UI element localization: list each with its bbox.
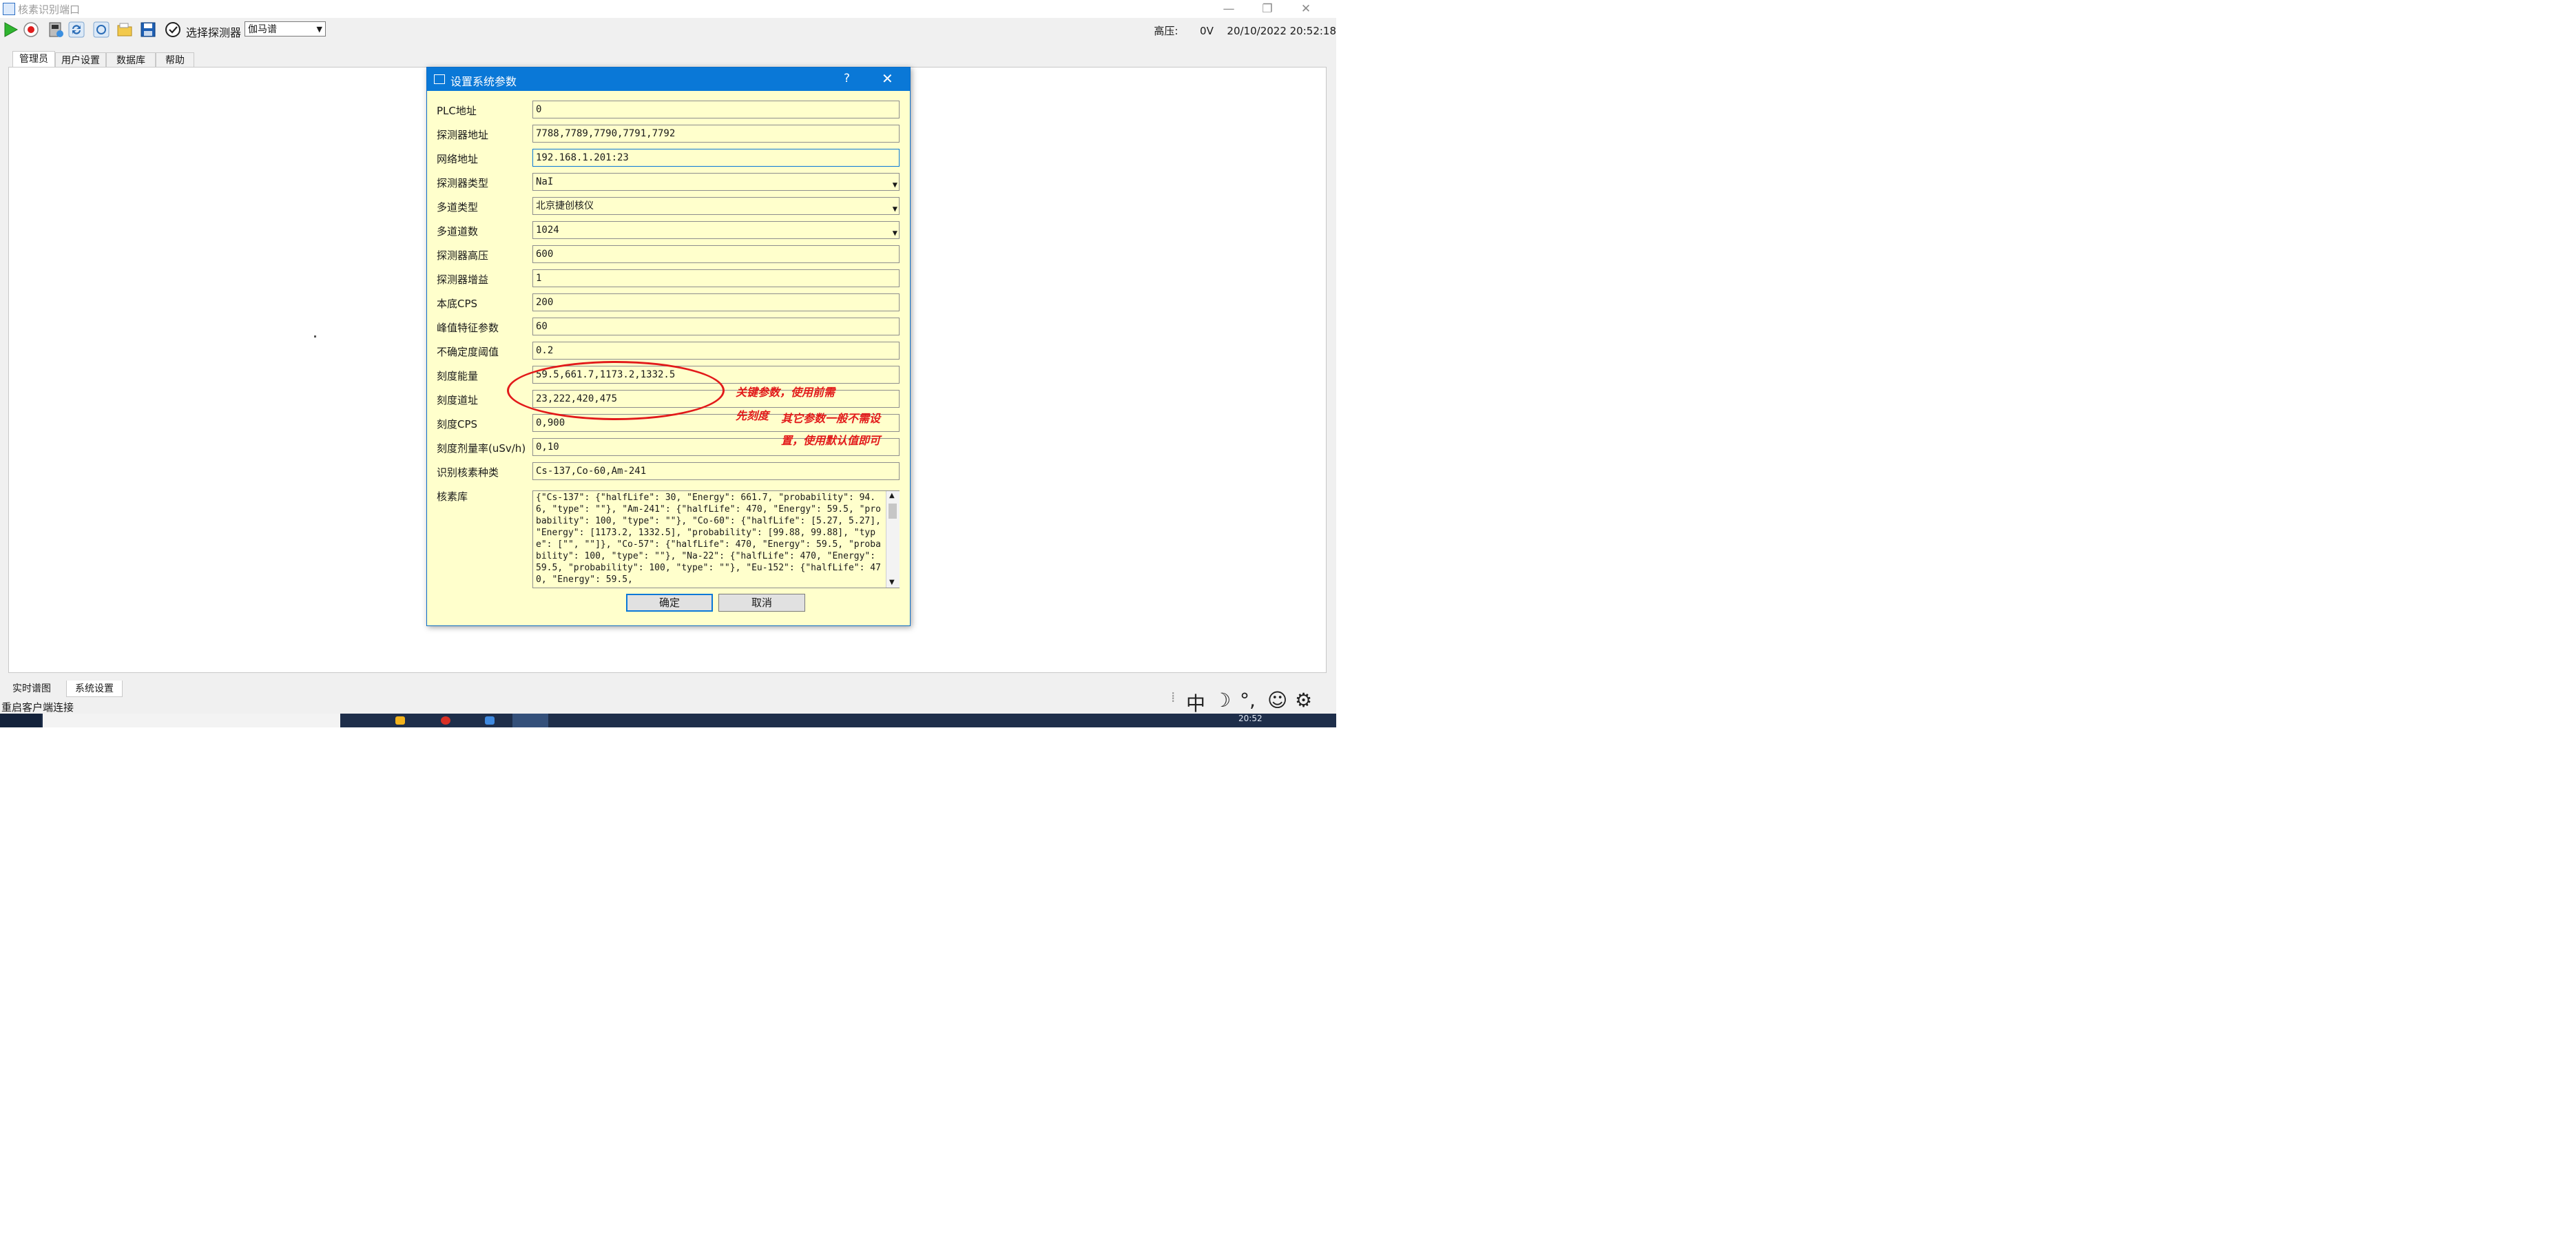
- nuclide-types-input[interactable]: Cs-137,Co-60,Am-241: [532, 462, 900, 480]
- tab-realtime-spectrum[interactable]: 实时谱图: [7, 681, 56, 697]
- annotation-text: 先刻度: [736, 409, 769, 422]
- annotation-ellipse: [507, 361, 725, 420]
- mca-type-value: 北京捷创核仪: [536, 200, 594, 211]
- title-bar: 核素识别端口 — ❐ ✕: [0, 0, 1336, 18]
- field-label: 网络地址: [437, 153, 479, 165]
- field-label: 多道类型: [437, 201, 479, 214]
- field-label: 探测器类型: [437, 177, 489, 189]
- dialog-window-icon: [434, 74, 445, 84]
- mca-type-select[interactable]: 北京捷创核仪 ▼: [532, 197, 900, 215]
- start-button[interactable]: [0, 714, 41, 727]
- refresh-icon[interactable]: [67, 21, 85, 39]
- mca-channels-select[interactable]: 1024 ▼: [532, 221, 900, 239]
- help-button[interactable]: ?: [844, 72, 850, 85]
- tab-help[interactable]: 帮助: [156, 52, 194, 68]
- annotation-text: 置，使用默认值即可: [781, 434, 881, 447]
- save-icon[interactable]: [139, 21, 157, 39]
- taskbar-search[interactable]: [43, 714, 340, 727]
- chevron-down-icon: ▼: [316, 25, 322, 34]
- nuclide-library-scrollbar[interactable]: ▲ ▼: [886, 491, 900, 588]
- field-label: 多道道数: [437, 225, 479, 238]
- high-voltage-value: 0V: [1200, 25, 1214, 37]
- tab-database[interactable]: 数据库: [106, 52, 156, 68]
- record-icon[interactable]: [22, 21, 40, 39]
- device-settings-icon[interactable]: [47, 21, 65, 39]
- field-label: 探测器高压: [437, 249, 489, 262]
- high-voltage-label: 高压:: [1154, 25, 1178, 37]
- tab-system-settings[interactable]: 系统设置: [66, 681, 123, 697]
- network-address-input[interactable]: 192.168.1.201:23: [532, 149, 900, 167]
- taskbar: 20:52: [0, 714, 1336, 727]
- nuclide-library-label: 核素库: [437, 490, 468, 503]
- dialog-close-icon[interactable]: ✕: [882, 70, 893, 87]
- chevron-down-icon: ▼: [892, 180, 897, 189]
- annotation-text: 关键参数，使用前需: [736, 386, 835, 399]
- detector-select[interactable]: 伽马谱 ▼: [245, 21, 326, 37]
- system-params-dialog: 设置系统参数 ? ✕ PLC地址 0 探测器地址 7788,7789,7790,…: [426, 67, 911, 626]
- dialog-title: 设置系统参数: [450, 75, 517, 88]
- close-button[interactable]: ✕: [1287, 0, 1325, 18]
- minimize-button[interactable]: —: [1209, 0, 1248, 18]
- status-readout: 高压: 0V 20/10/2022 20:52:18: [1154, 23, 1336, 38]
- tab-user-settings[interactable]: 用户设置: [55, 52, 106, 68]
- restore-button[interactable]: ❐: [1248, 0, 1287, 18]
- field-label: 刻度剂量率(uSv/h): [437, 442, 526, 455]
- status-bar: 重启客户端连接: [0, 701, 1336, 714]
- ok-button[interactable]: 确定: [626, 594, 713, 612]
- chevron-down-icon: ▼: [892, 228, 897, 238]
- field-label: 刻度CPS: [437, 418, 478, 431]
- reload-icon[interactable]: [92, 21, 110, 39]
- datetime: 20/10/2022 20:52:18: [1227, 25, 1336, 37]
- field-label: PLC地址: [437, 105, 477, 117]
- taskbar-app-icon[interactable]: [485, 716, 495, 725]
- annotation-text: 其它参数一般不需设: [781, 412, 881, 425]
- mca-channels-value: 1024: [536, 225, 559, 236]
- chevron-down-icon: ▼: [892, 204, 897, 214]
- scroll-down-icon[interactable]: ▼: [889, 579, 895, 586]
- detector-select-label: 选择探测器: [186, 26, 242, 39]
- field-label: 峰值特征参数: [437, 322, 499, 334]
- tab-admin[interactable]: 管理员: [12, 51, 55, 68]
- field-label: 探测器增益: [437, 273, 489, 286]
- taskbar-browser-icon[interactable]: [441, 716, 450, 725]
- detector-hv-input[interactable]: 600: [532, 245, 900, 263]
- nuclide-library-textarea[interactable]: {"Cs-137": {"halfLife": 30, "Energy": 66…: [532, 490, 900, 588]
- status-text: 重启客户端连接: [1, 701, 74, 714]
- plc-address-input[interactable]: 0: [532, 101, 900, 118]
- detector-type-value: NaI: [536, 176, 554, 187]
- cancel-button[interactable]: 取消: [718, 594, 805, 612]
- taskbar-folder-icon[interactable]: [395, 716, 405, 725]
- field-label: 本底CPS: [437, 298, 478, 310]
- field-label: 不确定度阈值: [437, 346, 499, 358]
- detector-address-input[interactable]: 7788,7789,7790,7791,7792: [532, 125, 900, 143]
- uncertainty-input[interactable]: 0.2: [532, 342, 900, 360]
- detector-type-select[interactable]: NaI ▼: [532, 173, 900, 191]
- check-icon[interactable]: [164, 21, 182, 39]
- taskbar-clock: 20:52: [1238, 714, 1263, 723]
- scroll-thumb[interactable]: [889, 504, 897, 519]
- background-cps-input[interactable]: 200: [532, 293, 900, 311]
- app-window: 核素识别端口 — ❐ ✕ 选择探测器 伽马谱 ▼ 高压: 0V 20/10/20…: [0, 0, 1336, 727]
- field-label: 识别核素种类: [437, 466, 499, 479]
- toolbar: 选择探测器 伽马谱 ▼ 高压: 0V 20/10/2022 20:52:18: [0, 18, 1336, 41]
- field-label: 探测器地址: [437, 129, 489, 141]
- app-icon: [3, 3, 15, 15]
- detector-select-value: 伽马谱: [248, 24, 277, 35]
- taskbar-active-app[interactable]: [512, 714, 548, 727]
- scroll-up-icon[interactable]: ▲: [889, 492, 895, 499]
- window-title: 核素识别端口: [18, 3, 81, 16]
- dialog-title-bar: 设置系统参数 ? ✕: [427, 68, 910, 91]
- detector-gain-input[interactable]: 1: [532, 269, 900, 287]
- peak-param-input[interactable]: 60: [532, 318, 900, 335]
- open-folder-icon[interactable]: [116, 21, 134, 39]
- play-icon[interactable]: [1, 21, 19, 39]
- marker-dot: [314, 335, 316, 338]
